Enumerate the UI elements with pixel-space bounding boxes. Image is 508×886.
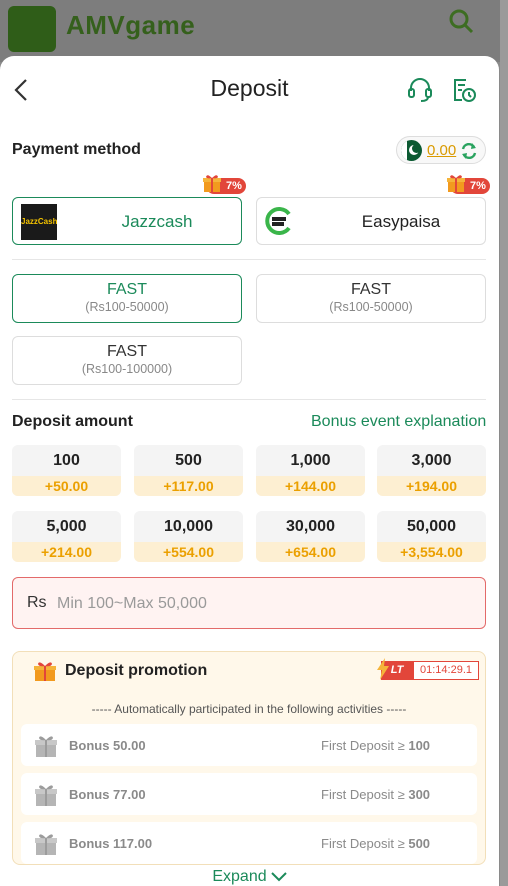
- payment-method-jazzcash[interactable]: JazzCash Jazzcash: [12, 197, 242, 245]
- gift-icon: [34, 662, 56, 681]
- amount-option[interactable]: 1,000 +144.00: [256, 445, 365, 496]
- divider: [12, 259, 486, 260]
- amount-value: 5,000: [46, 518, 87, 535]
- amount-value: 50,000: [407, 518, 456, 535]
- amount-bonus: +50.00: [12, 476, 121, 496]
- bonus-event-link[interactable]: Bonus event explanation: [311, 413, 486, 431]
- limited-time-badge: LT 01:14:29.1: [377, 658, 479, 680]
- amount-value: 10,000: [164, 518, 213, 535]
- amount-bonus: +117.00: [134, 476, 243, 496]
- channel-name: FAST: [350, 281, 391, 298]
- channel-range: (Rs100-50000): [329, 300, 413, 314]
- amount-value: 100: [53, 452, 80, 469]
- pakistan-flag-icon: [401, 140, 422, 161]
- amount-input[interactable]: [57, 588, 457, 620]
- chevron-down-icon: [270, 872, 287, 882]
- amount-value: 3,000: [411, 452, 452, 469]
- expand-label: Expand: [212, 868, 267, 885]
- amount-option[interactable]: 3,000 +194.00: [377, 445, 486, 496]
- channel-option[interactable]: FAST (Rs100-50000): [256, 274, 486, 323]
- expand-button[interactable]: Expand: [0, 868, 499, 886]
- promotion-item-condition: First Deposit ≥ 500: [321, 836, 431, 851]
- promotion-title: Deposit promotion: [65, 662, 208, 679]
- promotion-item-name: Bonus 117.00: [69, 836, 153, 851]
- deposit-sheet: Deposit Payment method 0.00 JazzCash Jaz…: [0, 56, 499, 886]
- amount-option[interactable]: 100 +50.00: [12, 445, 121, 496]
- amount-bonus: +194.00: [377, 476, 486, 496]
- divider: [12, 399, 486, 400]
- gift-icon: [447, 175, 465, 192]
- balance-amount: 0.00: [427, 142, 457, 159]
- currency-prefix: Rs: [27, 594, 47, 611]
- amount-value: 1,000: [290, 452, 331, 469]
- channel-option[interactable]: FAST (Rs100-100000): [12, 336, 242, 385]
- promotion-item-condition: First Deposit ≥ 300: [321, 787, 431, 802]
- background-app-header: AMVgame: [0, 0, 508, 62]
- countdown-timer: 01:14:29.1: [413, 661, 479, 680]
- amount-bonus: +554.00: [134, 542, 243, 562]
- refresh-icon[interactable]: [459, 141, 479, 161]
- amount-bonus: +144.00: [256, 476, 365, 496]
- app-logo-text: AMVgame: [66, 10, 196, 40]
- deposit-promotion-card: Deposit promotion LT 01:14:29.1 ----- Au…: [12, 651, 486, 865]
- lightning-icon: [377, 658, 389, 680]
- promo-badge-text: 7%: [470, 180, 486, 192]
- payment-method-label: Jazzcash: [121, 212, 193, 231]
- promotion-item-condition: First Deposit ≥ 100: [321, 738, 431, 753]
- channel-name: FAST: [106, 343, 147, 360]
- amount-bonus: +214.00: [12, 542, 121, 562]
- gift-icon: [35, 834, 57, 855]
- easypaisa-logo: [265, 207, 291, 235]
- payment-method-title: Payment method: [12, 141, 141, 158]
- amount-option[interactable]: 50,000 +3,554.00: [377, 511, 486, 562]
- gift-icon: [35, 736, 57, 757]
- promo-badge: 7%: [203, 175, 246, 194]
- channel-option[interactable]: FAST (Rs100-50000): [12, 274, 242, 323]
- promotion-item: Bonus 117.00 First Deposit ≥ 500: [21, 822, 477, 864]
- amount-bonus: +654.00: [256, 542, 365, 562]
- amount-value: 30,000: [286, 518, 335, 535]
- amount-option[interactable]: 500 +117.00: [134, 445, 243, 496]
- promotion-item: Bonus 77.00 First Deposit ≥ 300: [21, 773, 477, 815]
- top-bar: Deposit: [0, 56, 499, 122]
- amount-input-box: Rs: [12, 577, 486, 629]
- amount-bonus: +3,554.00: [377, 542, 486, 562]
- payment-method-easypaisa[interactable]: Easypaisa: [256, 197, 486, 245]
- history-icon[interactable]: [450, 76, 478, 104]
- deposit-amount-title: Deposit amount: [12, 413, 133, 430]
- amount-option[interactable]: 30,000 +654.00: [256, 511, 365, 562]
- app-logo: [8, 6, 56, 52]
- balance-widget: 0.00: [396, 136, 486, 164]
- jazzcash-logo: JazzCash: [21, 204, 57, 240]
- promotion-item: Bonus 50.00 First Deposit ≥ 100: [21, 724, 477, 766]
- promotion-subtitle: ----- Automatically participated in the …: [91, 702, 407, 716]
- gift-icon: [203, 175, 221, 192]
- channel-range: (Rs100-50000): [85, 300, 169, 314]
- promo-badge-text: 7%: [226, 180, 242, 192]
- channel-range: (Rs100-100000): [81, 362, 173, 376]
- scrollbar[interactable]: [500, 0, 508, 886]
- promo-badge: 7%: [447, 175, 490, 194]
- amount-option[interactable]: 5,000 +214.00: [12, 511, 121, 562]
- promotion-item-name: Bonus 50.00: [69, 738, 146, 753]
- promotion-item-name: Bonus 77.00: [69, 787, 146, 802]
- search-icon: [449, 9, 474, 34]
- headset-icon[interactable]: [406, 76, 434, 104]
- payment-method-label: Easypaisa: [361, 212, 441, 231]
- channel-name: FAST: [106, 281, 147, 298]
- amount-value: 500: [175, 452, 202, 469]
- gift-icon: [35, 785, 57, 806]
- amount-option[interactable]: 10,000 +554.00: [134, 511, 243, 562]
